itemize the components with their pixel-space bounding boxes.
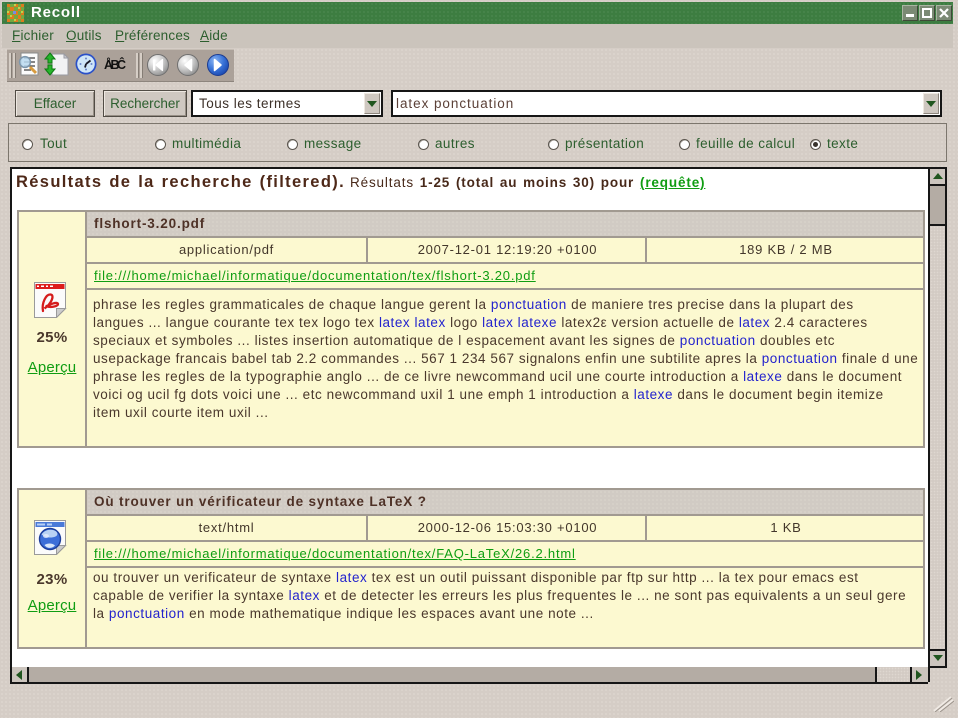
- svg-text:ÅBĈ: ÅBĈ: [104, 57, 126, 72]
